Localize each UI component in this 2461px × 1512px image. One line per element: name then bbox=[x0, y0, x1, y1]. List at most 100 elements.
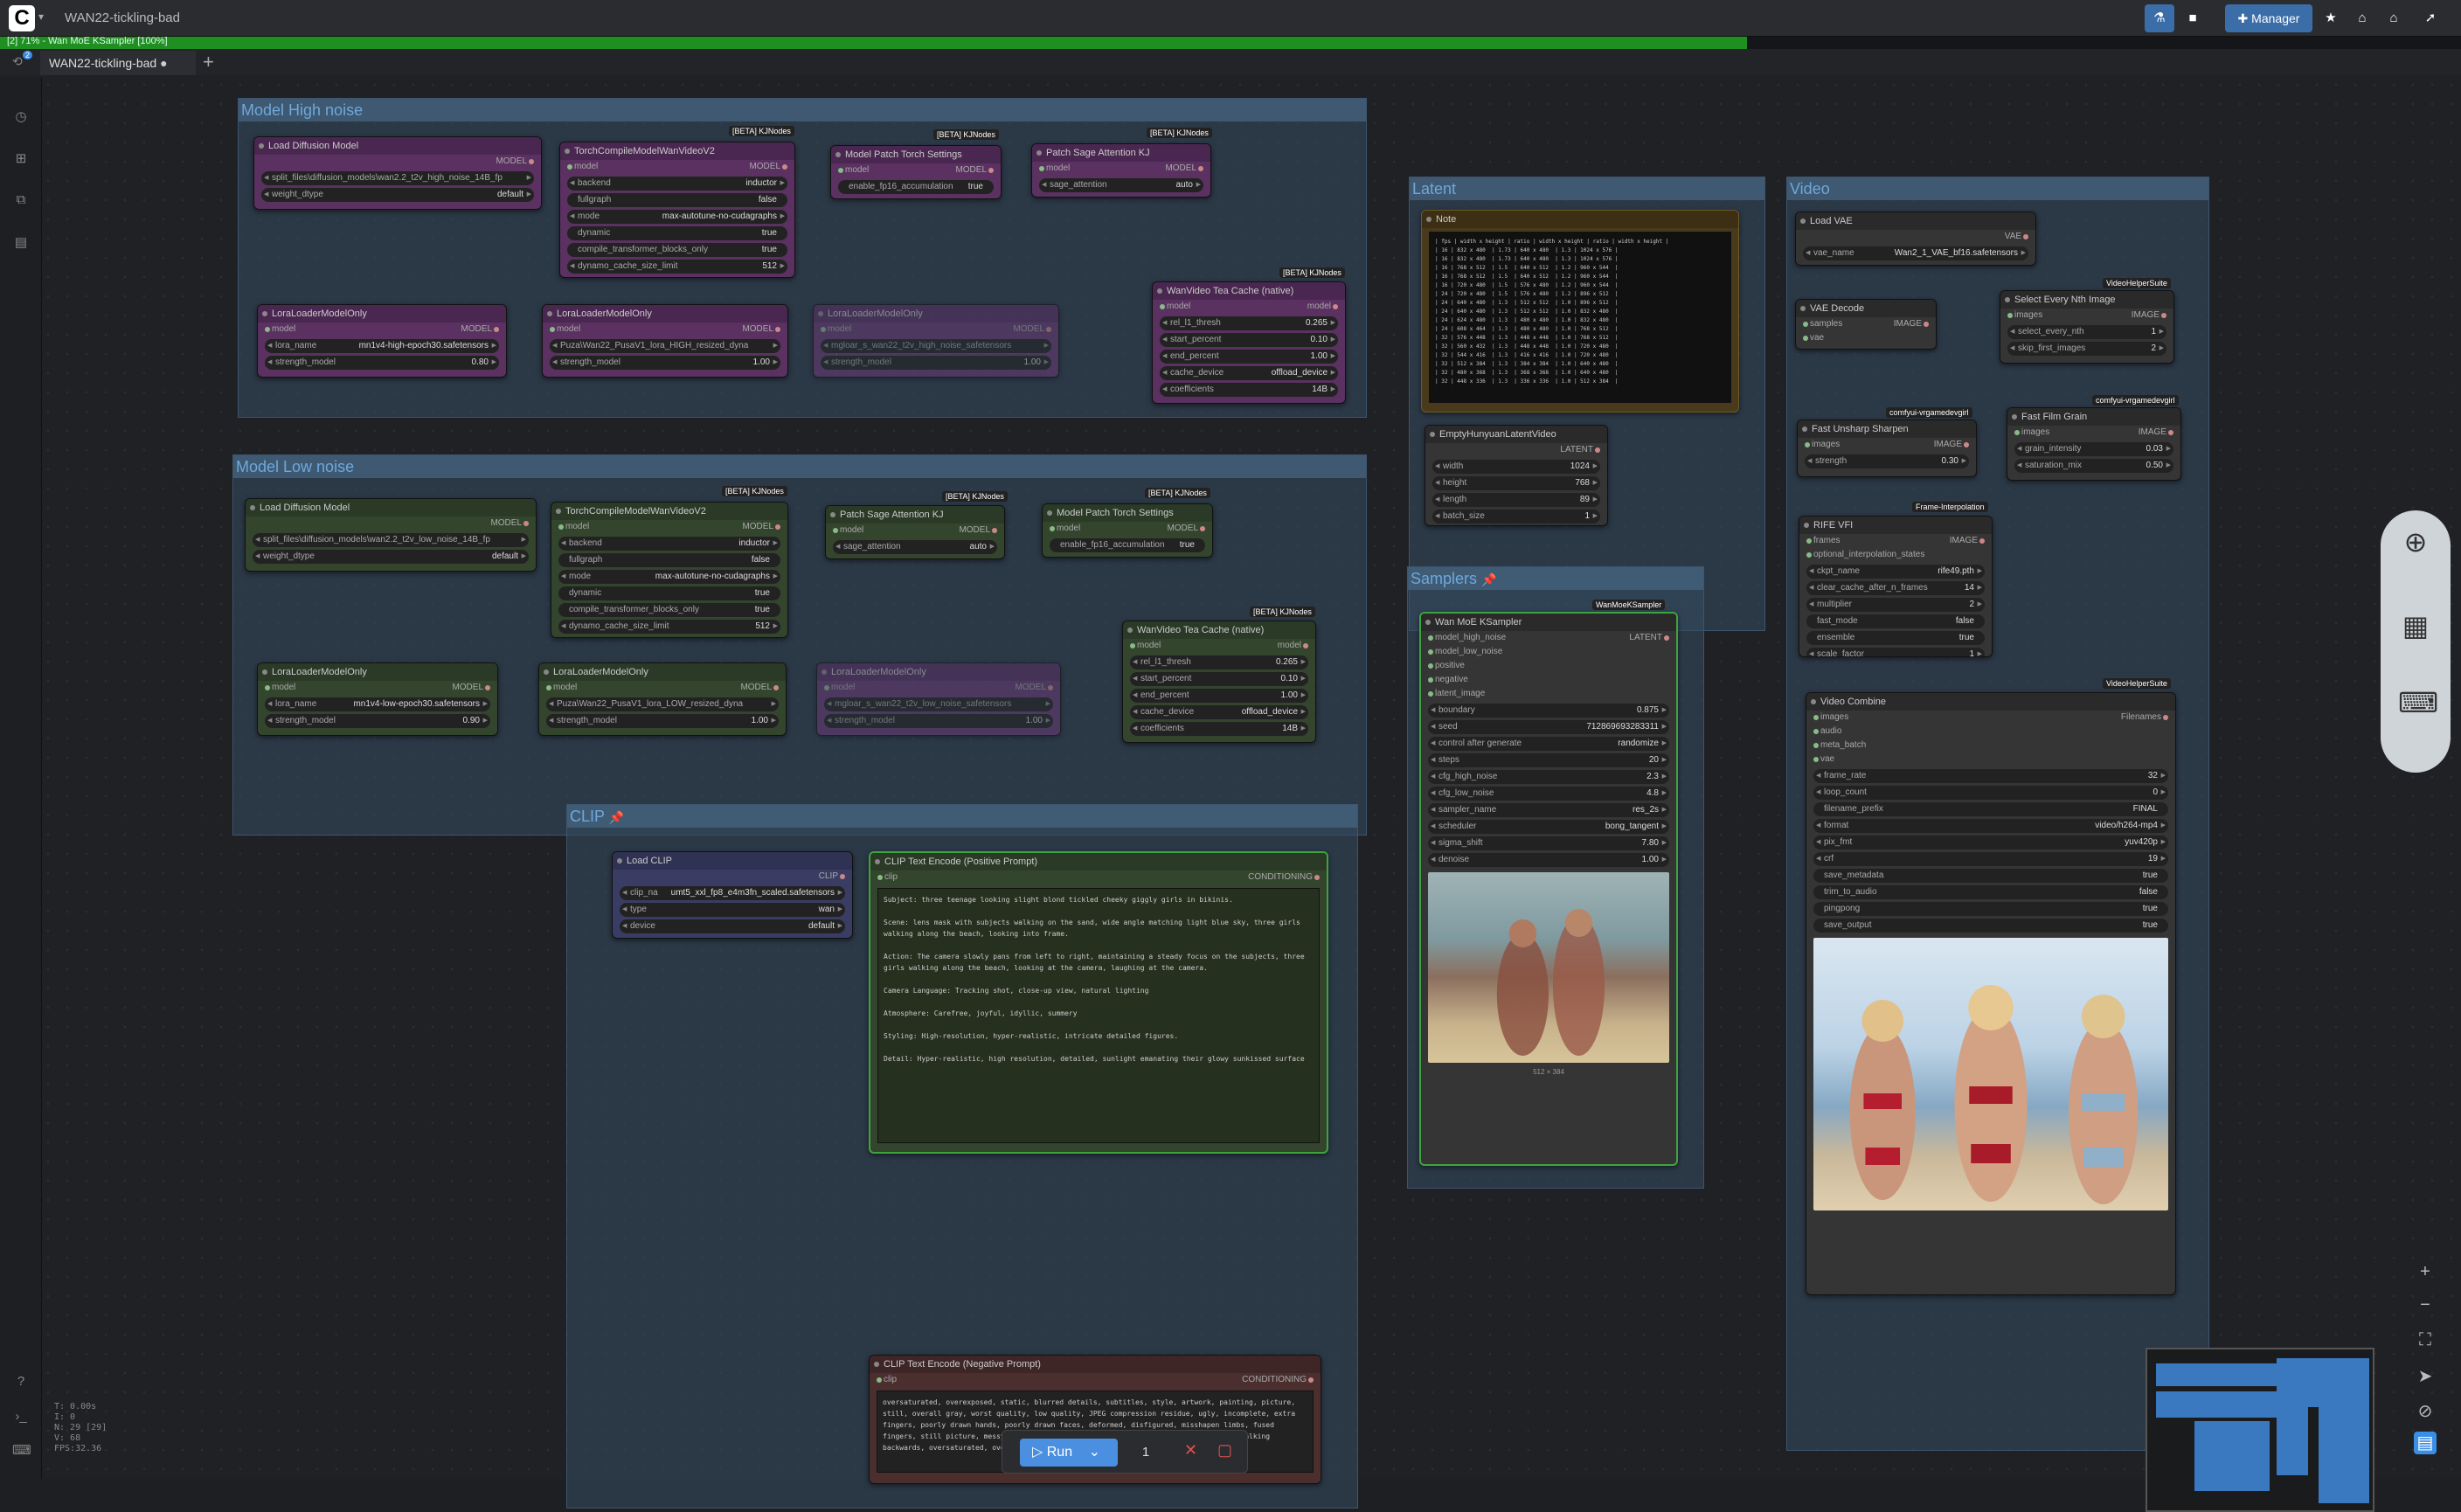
strength-widget[interactable]: strength_model0.90 bbox=[265, 714, 490, 728]
select-every-nth-widget[interactable]: select_every_nth1 bbox=[2007, 325, 2166, 339]
sigma-shift-widget[interactable]: sigma_shift7.80 bbox=[1428, 836, 1669, 850]
keyboard-shortcuts-icon[interactable]: ⌨ bbox=[12, 1442, 31, 1460]
height-widget[interactable]: height768 bbox=[1432, 476, 1600, 490]
model-library-icon[interactable]: ⧉ bbox=[12, 192, 30, 210]
fp16-accumulation-toggle[interactable]: enable_fp16_accumulation true bbox=[838, 180, 994, 194]
node-fast-unsharp-sharpen[interactable]: Fast Unsharp Sharpen imagesIMAGE strengt… bbox=[1797, 420, 1977, 477]
compile-blocks-toggle[interactable]: compile_transformer_blocks_only true bbox=[558, 603, 780, 617]
lora-name-widget[interactable]: Puza\Wan22_PusaV1_lora_LOW_resized_dyna bbox=[546, 697, 779, 711]
model-library-icon[interactable]: ⌂ bbox=[2381, 4, 2407, 32]
scale-factor-widget[interactable]: scale_factor1 bbox=[1806, 648, 1985, 656]
lora-name-widget[interactable]: lora_namemn1v4-low-epoch30.safetensors bbox=[265, 697, 490, 711]
pix-fmt-widget[interactable]: pix_fmtyuv420p bbox=[1813, 836, 2168, 850]
device-widget[interactable]: devicedefault bbox=[620, 919, 845, 933]
width-widget[interactable]: width1024 bbox=[1432, 460, 1600, 474]
zoom-minus-icon[interactable]: − bbox=[2414, 1295, 2437, 1318]
unet-name-widget[interactable]: split_files\diffusion_models\wan2.2_t2v_… bbox=[261, 171, 534, 185]
lora-name-widget[interactable]: Puza\Wan22_PusaV1_lora_HIGH_resized_dyna bbox=[550, 339, 780, 353]
type-widget[interactable]: typewan bbox=[620, 903, 845, 917]
cfg-high-widget[interactable]: cfg_high_noise2.3 bbox=[1428, 770, 1669, 784]
strength-widget[interactable]: strength_model1.00 bbox=[550, 356, 780, 370]
stop-icon[interactable]: ▢ bbox=[1217, 1441, 1232, 1460]
node-torch-compile-high[interactable]: TorchCompileModelWanVideoV2 model MODEL b… bbox=[559, 142, 795, 278]
boundary-widget[interactable]: boundary0.875 bbox=[1428, 704, 1669, 718]
help-icon[interactable]: ? bbox=[12, 1374, 30, 1391]
node-load-diffusion-low[interactable]: Load Diffusion Model MODEL split_files\d… bbox=[245, 498, 537, 572]
grid-icon[interactable]: ▦ bbox=[2398, 608, 2433, 643]
end-percent-widget[interactable]: end_percent1.00 bbox=[1160, 350, 1338, 364]
compile-blocks-toggle[interactable]: compile_transformer_blocks_only true bbox=[567, 243, 787, 257]
manager-button[interactable]: ✚ Manager bbox=[2225, 4, 2312, 32]
hide-links-icon[interactable]: ⊘ bbox=[2414, 1400, 2437, 1423]
chevron-down-icon[interactable]: ▾ bbox=[38, 10, 44, 23]
rel-l1-thresh-widget[interactable]: rel_l1_thresh0.265 bbox=[1130, 655, 1308, 669]
save-metadata-toggle[interactable]: save_metadata true bbox=[1813, 869, 2168, 883]
save-output-toggle[interactable]: save_output true bbox=[1813, 919, 2168, 933]
tab-workflow[interactable]: WAN22-tickling-bad ● bbox=[40, 51, 196, 77]
fp16-accumulation-toggle[interactable]: enable_fp16_accumulation true bbox=[1050, 538, 1205, 552]
node-lora-low-2[interactable]: LoraLoaderModelOnly modelMODEL Puza\Wan2… bbox=[538, 662, 787, 736]
lora-name-widget[interactable]: mgloar_s_wan22_t2v_low_noise_safetensors bbox=[824, 697, 1053, 711]
node-lora-low-3-bypassed[interactable]: LoraLoaderModelOnly modelMODEL mgloar_s_… bbox=[816, 662, 1061, 736]
coefficients-widget[interactable]: coefficients14B bbox=[1130, 722, 1308, 736]
workflows-icon[interactable]: ▤ bbox=[12, 234, 30, 252]
ckpt-name-widget[interactable]: ckpt_namerife49.pth bbox=[1806, 565, 1985, 579]
lora-name-widget[interactable]: mgloar_s_wan22_t2v_high_noise_safetensor… bbox=[821, 339, 1051, 353]
positive-prompt-textarea[interactable]: Subject: three teenage looking slight bl… bbox=[877, 888, 1320, 1143]
multiplier-widget[interactable]: multiplier2 bbox=[1806, 598, 1985, 612]
workflow-title[interactable]: WAN22-tickling-bad bbox=[65, 10, 180, 25]
node-library-icon[interactable]: ⊞ bbox=[12, 150, 30, 168]
strength-widget[interactable]: strength_model1.00 bbox=[546, 714, 779, 728]
node-fast-film-grain[interactable]: Fast Film Grain imagesIMAGE grain_intens… bbox=[2007, 407, 2181, 481]
node-rife-vfi[interactable]: RIFE VFI frames IMAGE optional_interpolat… bbox=[1799, 516, 1993, 657]
node-sage-attention-low[interactable]: Patch Sage Attention KJ modelMODEL sage_… bbox=[825, 505, 1005, 559]
format-widget[interactable]: formatvideo/h264-mp4 bbox=[1813, 819, 2168, 833]
seed-widget[interactable]: seed712869693283311 bbox=[1428, 720, 1669, 734]
node-model-patch-high[interactable]: Model Patch Torch Settings model MODEL en… bbox=[830, 145, 1002, 199]
strength-widget[interactable]: strength_model0.80 bbox=[265, 356, 499, 370]
node-lora-high-3-bypassed[interactable]: LoraLoaderModelOnly modelMODEL mgloar_s_… bbox=[813, 304, 1059, 378]
denoise-widget[interactable]: denoise1.00 bbox=[1428, 853, 1669, 867]
node-clip-positive[interactable]: CLIP Text Encode (Positive Prompt) clip C… bbox=[869, 851, 1328, 1154]
dynamic-toggle[interactable]: dynamic true bbox=[567, 226, 787, 240]
cache-device-widget[interactable]: cache_deviceoffload_device bbox=[1130, 705, 1308, 719]
bookmark-icon[interactable]: ■ bbox=[2180, 4, 2206, 32]
strength-widget[interactable]: strength0.30 bbox=[1805, 454, 1969, 468]
node-lora-high-2[interactable]: LoraLoaderModelOnly modelMODEL Puza\Wan2… bbox=[542, 304, 788, 378]
pingpong-toggle[interactable]: pingpong true bbox=[1813, 902, 2168, 916]
batch-size-widget[interactable]: batch_size1 bbox=[1432, 510, 1600, 524]
batch-count-input[interactable]: 1 bbox=[1128, 1441, 1163, 1464]
output-model[interactable]: MODEL bbox=[496, 155, 534, 169]
comfy-logo[interactable]: C bbox=[9, 5, 35, 31]
fast-mode-toggle[interactable]: fast_mode false bbox=[1806, 614, 1985, 628]
ensemble-toggle[interactable]: ensemble true bbox=[1806, 631, 1985, 645]
node-video-combine[interactable]: Video Combine images Filenames audio meta… bbox=[1806, 692, 2176, 1295]
backend-widget[interactable]: backendinductor bbox=[558, 537, 780, 551]
skip-first-images-widget[interactable]: skip_first_images2 bbox=[2007, 342, 2166, 356]
coefficients-widget[interactable]: coefficients14B bbox=[1160, 383, 1338, 397]
vae-name-widget[interactable]: vae_nameWan2_1_VAE_bf16.safetensors bbox=[1803, 246, 2028, 260]
node-lora-low-1[interactable]: LoraLoaderModelOnly modelMODEL lora_name… bbox=[257, 662, 498, 736]
fit-view-icon[interactable]: ⛶ bbox=[2414, 1330, 2437, 1353]
start-percent-widget[interactable]: start_percent0.10 bbox=[1130, 672, 1308, 686]
graph-canvas[interactable]: Model High noise Load Diffusion Model MO… bbox=[0, 75, 2461, 1512]
unet-name-widget[interactable]: split_files\diffusion_models\wan2.2_t2v_… bbox=[253, 533, 529, 547]
mode-widget[interactable]: modemax-autotune-no-cudagraphs bbox=[558, 570, 780, 584]
output-model[interactable]: MODEL bbox=[749, 160, 787, 174]
note-textarea[interactable]: | fps | width x height | ratio | width x… bbox=[1429, 232, 1731, 403]
dynamic-toggle[interactable]: dynamic true bbox=[558, 586, 780, 600]
sampler-name-widget[interactable]: sampler_nameres_2s bbox=[1428, 803, 1669, 817]
minimap[interactable] bbox=[2146, 1348, 2374, 1512]
grain-intensity-widget[interactable]: grain_intensity0.03 bbox=[2014, 442, 2173, 456]
clear-cache-widget[interactable]: clear_cache_after_n_frames14 bbox=[1806, 581, 1985, 595]
end-percent-widget[interactable]: end_percent1.00 bbox=[1130, 689, 1308, 703]
node-wan-moe-ksampler[interactable]: Wan MoE KSampler model_high_noise LATENT … bbox=[1419, 612, 1678, 1166]
node-select-every-nth[interactable]: Select Every Nth Image imagesIMAGE selec… bbox=[2000, 290, 2174, 364]
video-preview-image[interactable] bbox=[1813, 938, 2168, 1210]
node-library-icon[interactable]: ⌂ bbox=[2349, 4, 2375, 32]
node-torch-compile-low[interactable]: TorchCompileModelWanVideoV2 modelMODEL b… bbox=[551, 502, 788, 638]
terminal-icon[interactable]: ›_ bbox=[12, 1409, 30, 1426]
fullgraph-toggle[interactable]: fullgraph false bbox=[567, 193, 787, 207]
queue-icon[interactable]: ⟲ 2 bbox=[12, 51, 33, 69]
node-load-clip[interactable]: Load CLIP CLIP clip_naumt5_xxl_fp8_e4m3f… bbox=[612, 851, 853, 939]
